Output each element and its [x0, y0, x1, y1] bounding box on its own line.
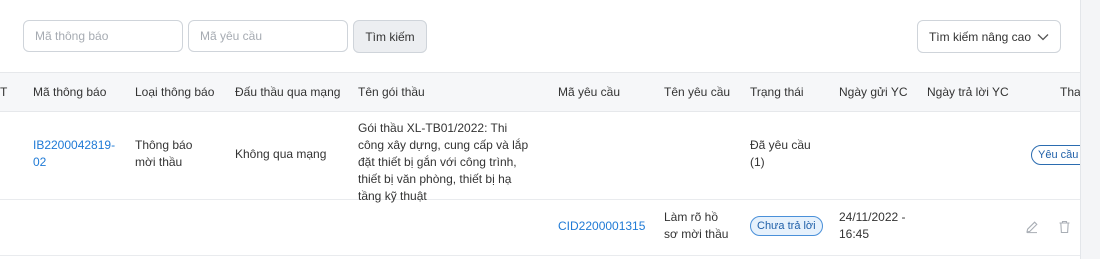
- header-notice-type[interactable]: Loại thông báo: [135, 73, 214, 111]
- header-status[interactable]: Trạng thái: [750, 73, 804, 111]
- request-code-link[interactable]: CID2200001315: [558, 218, 654, 235]
- pencil-icon[interactable]: [1025, 220, 1039, 234]
- chevron-down-icon: [1037, 33, 1049, 40]
- sent-date-cell: 24/11/2022 - 16:45: [839, 210, 906, 241]
- table-header: T Mã thông báo Loại thông báo Đấu thầu q…: [0, 72, 1080, 112]
- status-cell: Đã yêu cầu (1): [750, 138, 811, 169]
- table-row: CID2200001315 Làm rõ hồ sơ mời thầu Chưa…: [0, 200, 1080, 256]
- header-package-name[interactable]: Tên gói thầu: [358, 73, 425, 111]
- search-results-panel: Tìm kiếm Tìm kiếm nâng cao T Mã thông bá…: [0, 0, 1081, 259]
- request-action-button[interactable]: Yêu cầu là: [1031, 145, 1080, 165]
- header-sent-date[interactable]: Ngày gửi YC: [839, 73, 908, 111]
- table-row: IB2200042819-02 Thông báo mời thầu Không…: [0, 111, 1080, 203]
- header-reply-date[interactable]: Ngày trả lời YC: [927, 73, 1009, 111]
- advanced-search-button[interactable]: Tìm kiếm nâng cao: [917, 20, 1061, 53]
- notice-code-input[interactable]: [23, 20, 183, 52]
- trash-icon[interactable]: [1058, 220, 1071, 234]
- status-badge: Chưa trả lời: [750, 216, 823, 236]
- notice-code-link[interactable]: IB2200042819-02: [33, 137, 118, 171]
- advanced-search-label: Tìm kiếm nâng cao: [928, 29, 1032, 44]
- header-notice-code[interactable]: Mã thông báo: [33, 73, 106, 111]
- notice-type-cell: Thông báo mời thầu: [135, 138, 193, 169]
- package-name-cell: Gói thầu XL-TB01/2022: Thi công xây dựng…: [358, 121, 529, 203]
- online-bidding-cell: Không qua mạng: [235, 147, 327, 161]
- header-action: Thao: [1060, 85, 1081, 99]
- header-request-code[interactable]: Mã yêu cầu: [558, 73, 620, 111]
- search-button-label: Tìm kiếm: [365, 29, 415, 44]
- request-code-input[interactable]: [188, 20, 348, 52]
- header-cut-left: T: [0, 85, 8, 99]
- header-request-name[interactable]: Tên yêu cầu: [664, 73, 730, 111]
- header-online-bidding[interactable]: Đấu thầu qua mạng: [235, 73, 340, 111]
- request-name-cell: Làm rõ hồ sơ mời thầu: [664, 210, 729, 241]
- search-button[interactable]: Tìm kiếm: [353, 20, 427, 53]
